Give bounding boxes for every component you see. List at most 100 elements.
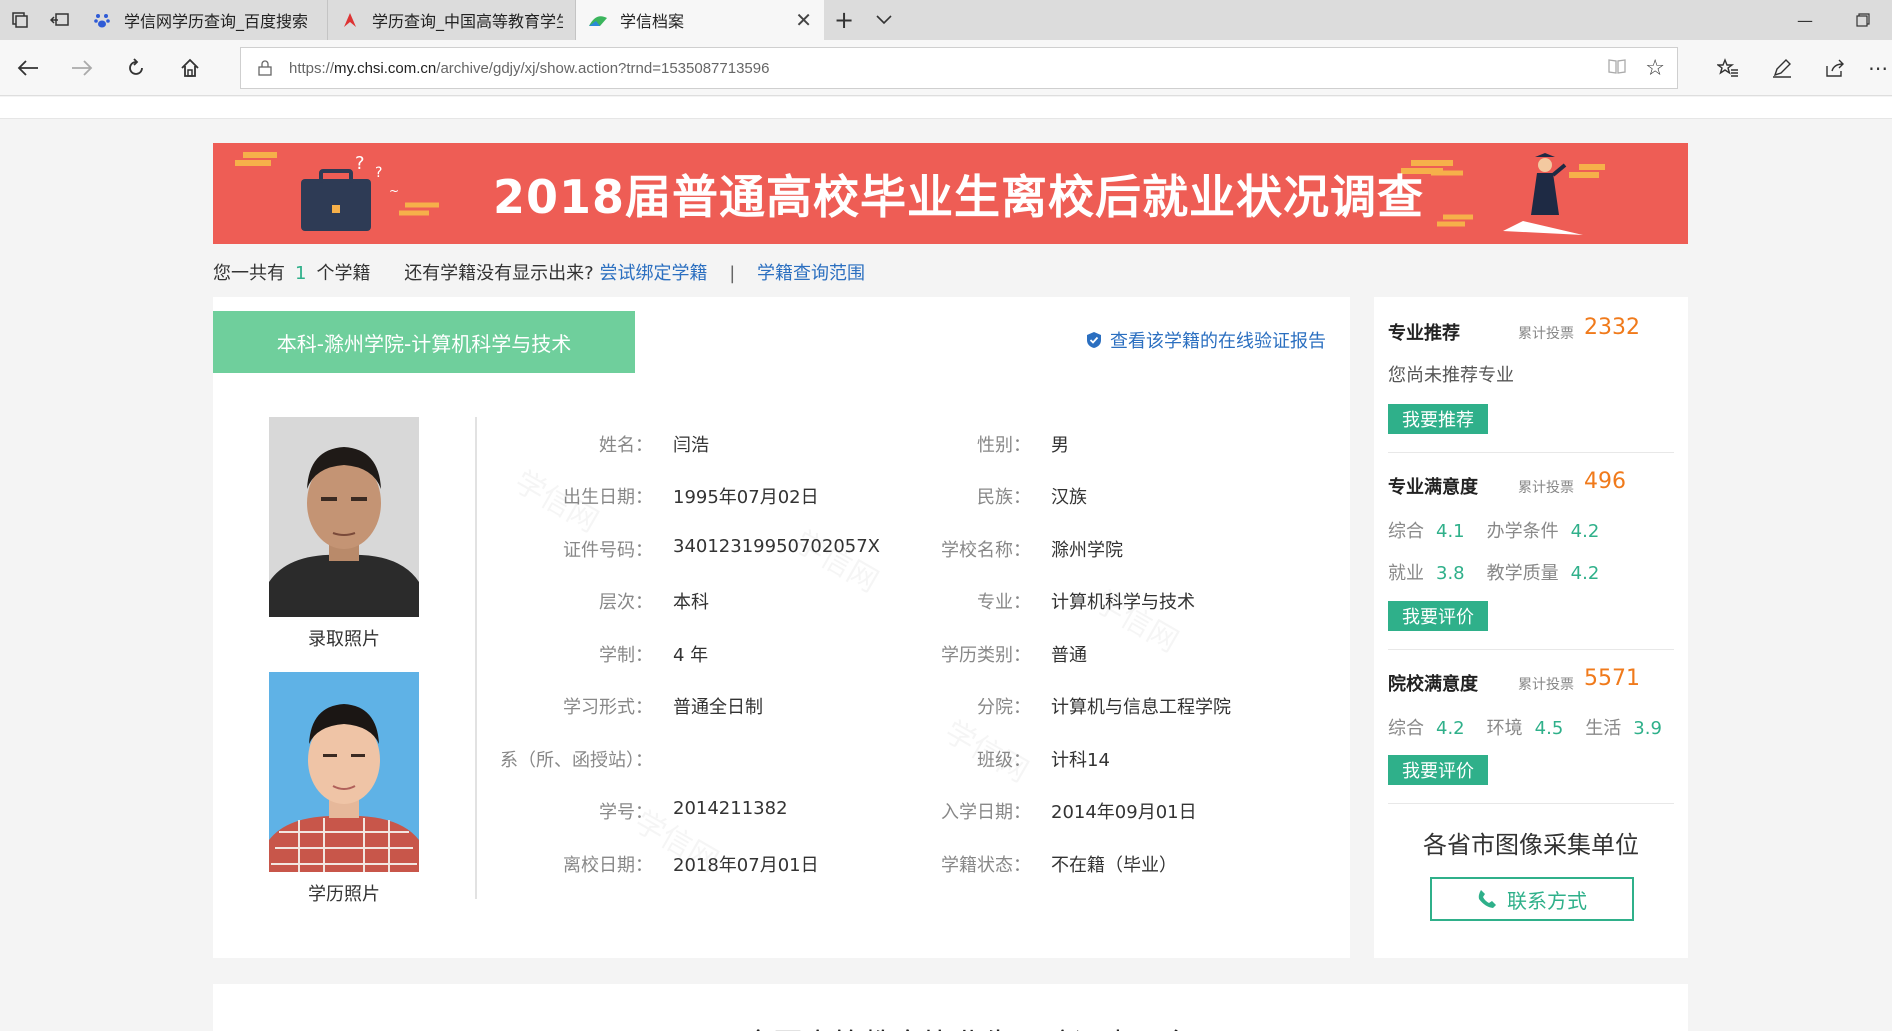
chsi-green-logo-icon	[588, 10, 608, 30]
reading-view-icon[interactable]	[1607, 58, 1627, 79]
rate-school-button[interactable]: 我要评价	[1388, 755, 1488, 785]
score-value: 4.5	[1534, 718, 1564, 739]
share-icon[interactable]	[1816, 48, 1856, 88]
contact-label: 联系方式	[1507, 888, 1587, 913]
bind-record-link[interactable]: 尝试绑定学籍	[599, 263, 707, 284]
favorites-hub-icon[interactable]	[1708, 48, 1748, 88]
class-label: 班级：	[977, 750, 1031, 771]
major-sat-row-1: 综合 4.1 办学条件 4.2	[1388, 517, 1621, 543]
evaluation-sidebar: 专业推荐 累计投票 2332 您尚未推荐专业 我要推荐 专业满意度 累计投票 4…	[1374, 297, 1688, 958]
back-arrow-icon[interactable]	[8, 48, 48, 88]
address-bar[interactable]: https://my.chsi.com.cn/archive/gdjy/xj/s…	[240, 47, 1678, 89]
school-label: 学校名称：	[941, 540, 1031, 561]
query-scope-link[interactable]: 学籍查询范围	[757, 263, 865, 284]
chevron-down-icon[interactable]	[864, 0, 904, 40]
degree-photo-caption: 学历照片	[308, 884, 380, 905]
major-rec-votes-label: 累计投票	[1518, 326, 1574, 342]
record-count-line: 您一共有 1 个学籍 还有学籍没有显示出来? 尝试绑定学籍 | 学籍查询范围	[213, 259, 865, 285]
study-form-label: 学习形式：	[563, 697, 653, 718]
major-rec-empty: 您尚未推荐专业	[1388, 365, 1514, 386]
lock-icon[interactable]	[241, 60, 289, 76]
count-prefix: 您一共有	[213, 263, 285, 284]
forward-arrow-icon[interactable]	[62, 48, 102, 88]
phone-icon	[1478, 890, 1496, 908]
divider	[1388, 452, 1674, 453]
score-key: 综合	[1388, 718, 1424, 739]
divider	[1388, 649, 1674, 650]
ethnicity-value: 汉族	[1051, 487, 1087, 508]
baidu-paw-icon	[92, 10, 112, 30]
score-key: 就业	[1388, 563, 1424, 584]
next-section-title: 全国高等教育毕业生跟踪调查平台	[743, 1020, 1193, 1031]
refresh-icon[interactable]	[116, 48, 156, 88]
major-label: 专业：	[977, 592, 1031, 613]
minimize-icon[interactable]: —	[1776, 0, 1834, 40]
contact-button[interactable]: 联系方式	[1430, 877, 1634, 921]
notes-pen-icon[interactable]	[1762, 48, 1802, 88]
browser-tab-bar: 学信网学历查询_百度搜索 学历查询_中国高等教育学生 学信档案 ✕ + —	[0, 0, 1892, 40]
recommend-button[interactable]: 我要推荐	[1388, 404, 1488, 434]
name-value: 闫浩	[673, 435, 709, 456]
student-id-label: 学号：	[599, 802, 653, 823]
shield-check-icon	[1087, 332, 1101, 348]
score-key: 办学条件	[1486, 521, 1559, 542]
level-label: 层次：	[599, 592, 653, 613]
level-value: 本科	[673, 592, 709, 613]
birthdate-label: 出生日期：	[563, 487, 653, 508]
score-key: 教学质量	[1486, 563, 1559, 584]
url-text: https://my.chsi.com.cn/archive/gdjy/xj/s…	[289, 60, 769, 77]
score-value: 3.9	[1633, 718, 1662, 739]
status-label: 学籍状态：	[941, 855, 1031, 876]
set-aside-tabs-icon[interactable]	[40, 0, 80, 40]
education-type-value: 普通	[1051, 645, 1087, 666]
education-type-label: 学历类别：	[941, 645, 1031, 666]
tab-xuexin-archive[interactable]: 学信档案 ✕	[576, 0, 824, 40]
banner-title: 2018届普通高校毕业生离校后就业状况调查	[493, 170, 1425, 224]
favorite-star-icon[interactable]: ☆	[1645, 56, 1665, 81]
tab-chsi-query[interactable]: 学历查询_中国高等教育学生	[328, 0, 576, 40]
student-id-value: 2014211382	[673, 798, 788, 819]
status-value: 不在籍（毕业）	[1051, 855, 1177, 876]
tab-title: 学历查询_中国高等教育学生	[372, 12, 563, 31]
leave-date-label: 离校日期：	[563, 855, 653, 876]
score-value: 4.1	[1436, 521, 1465, 542]
count-suffix: 个学籍	[316, 263, 371, 284]
survey-banner[interactable]: ? ? ~ 2018届普通高校毕业生离校后就业状况调查	[213, 143, 1688, 244]
name-label: 姓名：	[599, 435, 653, 456]
birthdate-value: 1995年07月02日	[673, 487, 819, 508]
score-key: 综合	[1388, 521, 1424, 542]
duration-value: 4 年	[673, 645, 709, 666]
svg-text:?: ?	[355, 153, 365, 174]
restore-icon[interactable]	[1834, 0, 1892, 40]
close-icon[interactable]: ✕	[795, 8, 812, 32]
score-value: 4.2	[1570, 521, 1600, 542]
major-sat-title: 专业满意度	[1388, 477, 1478, 498]
verify-report-link[interactable]: 查看该学籍的在线验证报告	[1086, 327, 1326, 353]
more-options-icon[interactable]: ⋯	[1864, 48, 1892, 88]
rate-major-button[interactable]: 我要评价	[1388, 601, 1488, 631]
tab-actions-icon[interactable]	[0, 0, 40, 40]
divider	[1388, 803, 1674, 804]
tab-title: 学信档案	[620, 12, 685, 31]
score-value: 3.8	[1436, 563, 1465, 584]
leave-date-value: 2018年07月01日	[673, 855, 819, 876]
major-rec-votes: 2332	[1584, 315, 1640, 340]
gender-label: 性别：	[977, 435, 1031, 456]
home-icon[interactable]	[170, 48, 210, 88]
admission-photo-caption: 录取照片	[308, 629, 380, 650]
college-label: 分院：	[977, 697, 1031, 718]
major-rec-title: 专业推荐	[1388, 323, 1460, 344]
link-separator: |	[729, 263, 736, 284]
major-sat-votes-label: 累计投票	[1518, 480, 1574, 496]
score-key: 环境	[1486, 718, 1523, 739]
student-record-card: 本科-滁州学院-计算机科学与技术 查看该学籍的在线验证报告 学信网 学信网 学信…	[213, 297, 1350, 958]
tab-baidu-search[interactable]: 学信网学历查询_百度搜索	[80, 0, 328, 40]
new-tab-plus-icon[interactable]: +	[824, 0, 864, 40]
svg-text:?: ?	[375, 165, 382, 181]
tab-title: 学信网学历查询_百度搜索	[124, 12, 309, 31]
record-tab[interactable]: 本科-滁州学院-计算机科学与技术	[213, 311, 635, 373]
department-label: 系（所、函授站）：	[500, 750, 653, 771]
school-value: 滁州学院	[1051, 540, 1123, 561]
admission-photo	[269, 417, 419, 617]
browser-nav-bar: https://my.chsi.com.cn/archive/gdjy/xj/s…	[0, 40, 1892, 96]
